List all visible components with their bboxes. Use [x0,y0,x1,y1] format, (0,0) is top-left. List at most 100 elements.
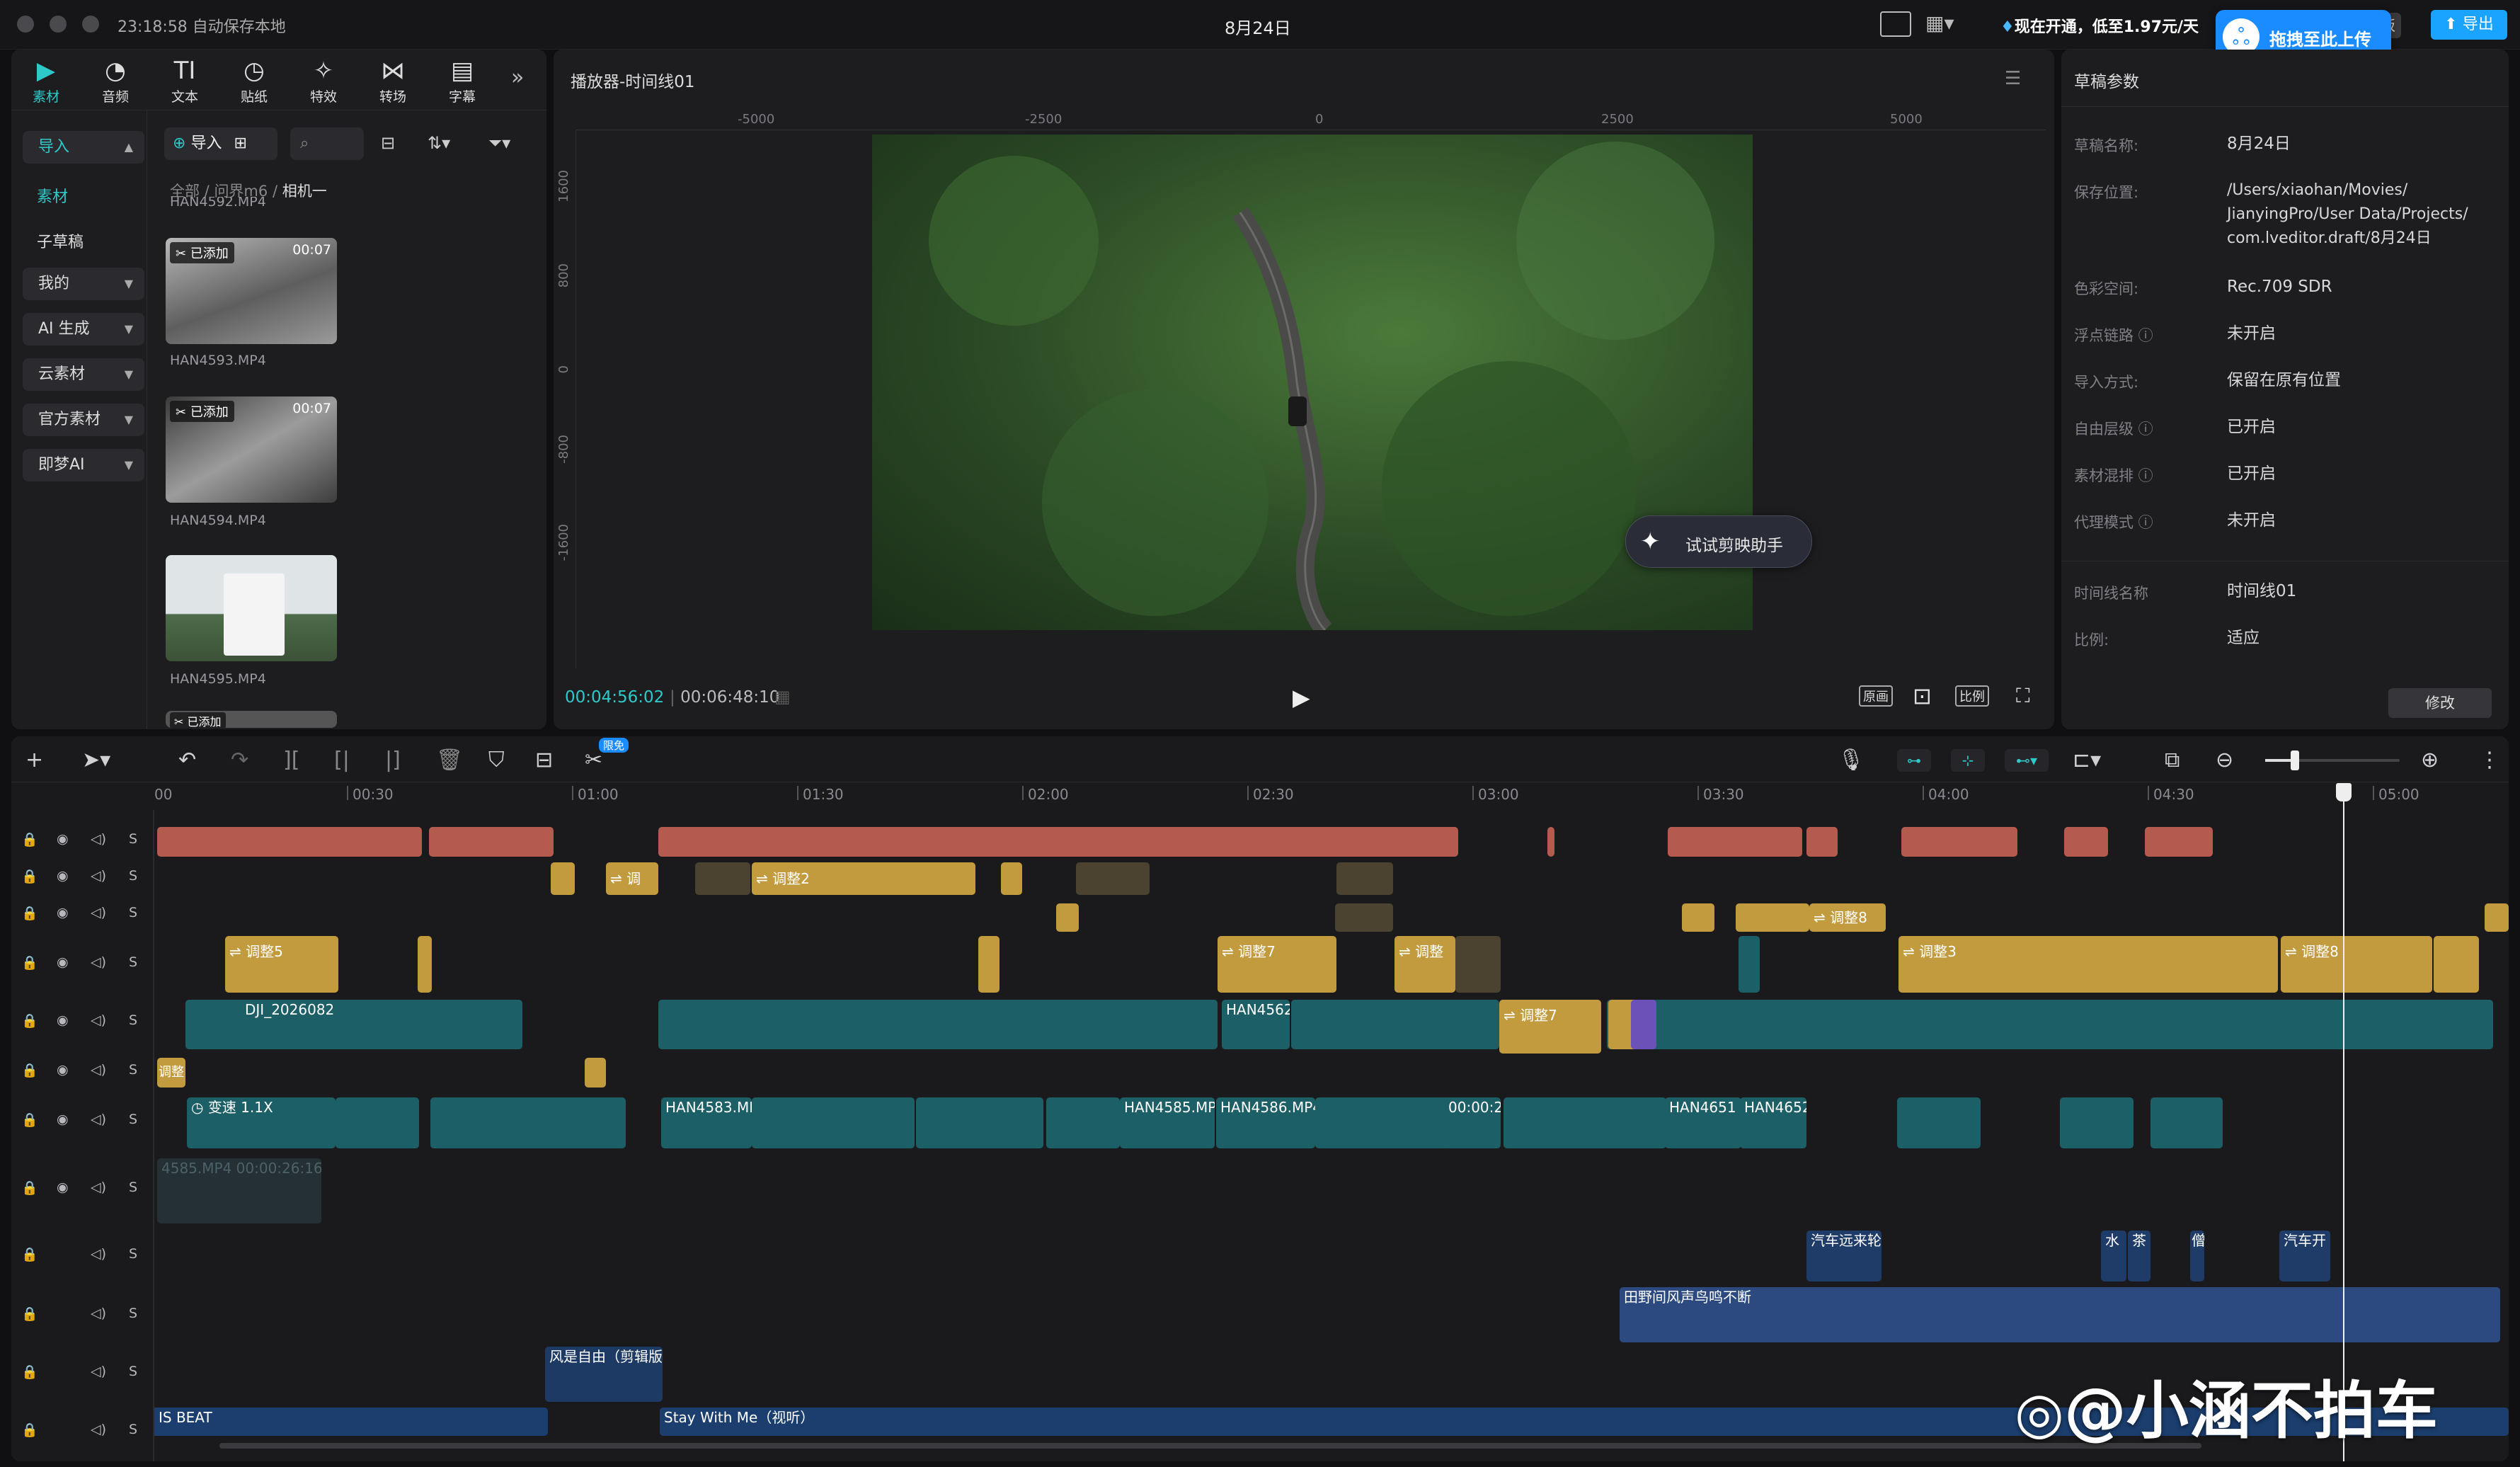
adjust-clip[interactable] [1001,862,1022,895]
text-clip[interactable] [2064,827,2108,857]
solo-icon[interactable]: S [129,954,137,970]
volume-icon[interactable]: ◁) [91,1246,106,1262]
linkage-button[interactable]: ⊷▾ [2005,749,2049,772]
music-clip[interactable]: IS BEAT [154,1408,548,1436]
adjust-clip[interactable]: ⇌ 调整8 [2281,936,2432,993]
sfx-clip[interactable]: 僧 [2190,1231,2204,1282]
eye-icon[interactable]: ◉ [57,905,69,920]
adjust-clip[interactable] [2485,903,2509,932]
original-quality-button[interactable]: 原画 [1859,685,1893,707]
eye-icon[interactable]: ◉ [57,1180,69,1195]
video-clip[interactable]: HAN4585.MP4 [1120,1097,1215,1148]
eye-icon[interactable]: ◉ [57,1062,69,1078]
volume-icon[interactable]: ◁) [91,1112,106,1127]
shortcut-icon[interactable] [1880,11,1911,37]
sidenav-ai-gen[interactable]: AI 生成 ▼ [23,313,144,346]
volume-icon[interactable]: ◁) [91,1364,106,1379]
adjust-clip[interactable] [551,862,575,895]
adjust-clip[interactable] [585,1058,606,1088]
video-clip[interactable] [185,1000,522,1049]
solo-icon[interactable]: S [129,1012,137,1028]
fit-timeline-icon[interactable]: ⧉ [2165,748,2180,773]
more-icon[interactable]: ⋮ [2479,748,2500,773]
tab-text[interactable]: TI 文本 [153,57,217,105]
video-clip[interactable]: 00:00:2 [1444,1097,1501,1148]
tab-transition[interactable]: ⋈ 转场 [361,57,425,105]
assistant-button[interactable]: ✦ 试试剪映助手 [1625,515,1812,568]
adjust-clip[interactable] [418,936,432,993]
adjust-clip[interactable] [1336,862,1393,895]
timeline-scrollbar[interactable] [219,1443,2201,1449]
sfx-clip[interactable]: 汽车开 [2279,1231,2330,1282]
video-clip[interactable]: ◷ 变速 1.1X [187,1097,336,1148]
view-toggle-icon[interactable]: ⊟ [381,133,395,153]
auto-caption-icon[interactable]: ⊟ [535,748,553,773]
volume-icon[interactable]: ◁) [91,1422,106,1437]
solo-icon[interactable]: S [129,868,137,884]
volume-icon[interactable]: ◁) [91,954,106,970]
undo-icon[interactable]: ↶ [178,748,196,773]
tab-effects[interactable]: ✧ 特效 [292,57,355,105]
import-button[interactable]: ⊕ 导入 ⊞ [164,127,277,160]
volume-icon[interactable]: ◁) [91,1062,106,1078]
adjust-clip[interactable] [1611,1000,1631,1049]
eye-icon[interactable]: ◉ [57,954,69,970]
fullscreen-icon[interactable]: ⛶ [2016,684,2030,708]
video-clip[interactable] [752,1097,915,1148]
lock-icon[interactable]: 🔒 [21,868,38,884]
video-clip[interactable] [336,1097,419,1148]
eye-icon[interactable]: ◉ [57,1112,69,1127]
text-clip[interactable] [1547,827,1554,857]
lock-icon[interactable]: 🔒 [21,1180,38,1196]
zoom-in-icon[interactable]: ⊕ [2421,748,2439,773]
menu-icon[interactable]: ☰ [2005,68,2021,89]
zoom-slider-handle[interactable] [2291,750,2299,770]
text-clip[interactable] [429,827,554,857]
video-clip[interactable] [1046,1097,1120,1148]
select-tool-icon[interactable]: ➤▾ [82,748,110,773]
ambient-clip[interactable]: 田野间风声鸟鸣不断 [1620,1287,2500,1342]
screenshot-icon[interactable]: ⊡ [1913,683,1932,709]
redo-icon[interactable]: ↷ [231,748,248,773]
video-clip[interactable] [1897,1097,1981,1148]
lock-icon[interactable]: 🔒 [21,1422,38,1438]
mic-icon[interactable]: 🎙 [1838,748,1865,773]
video-clip[interactable] [1291,1000,1499,1049]
video-clip[interactable] [1315,1097,1450,1148]
ghost-clip[interactable]: 4585.MP4 00:00:26:16 [157,1158,321,1223]
solo-icon[interactable]: S [129,1246,137,1262]
zoom-out-icon[interactable]: ⊖ [2216,748,2233,773]
modify-button[interactable]: 修改 [2388,688,2492,718]
video-clip[interactable]: DJI_2026082 [241,1000,338,1049]
sidenav-mine[interactable]: 我的 ▼ [23,268,144,300]
split-icon[interactable]: ][ [283,748,299,773]
adjust-clip[interactable]: 调整 [157,1058,185,1088]
video-frame[interactable] [872,135,1753,630]
text-clip[interactable] [1968,827,2017,857]
solo-icon[interactable]: S [129,1180,137,1195]
volume-icon[interactable]: ◁) [91,831,106,847]
lock-icon[interactable]: 🔒 [21,831,38,847]
adjust-clip[interactable]: ⇌ 调整5 [225,936,338,993]
video-clip[interactable]: HAN4583.MP4 [661,1097,752,1148]
text-clip[interactable] [1188,827,1315,857]
lock-icon[interactable]: 🔒 [21,1062,38,1078]
solo-icon[interactable]: S [129,1306,137,1321]
media-thumbnail[interactable] [166,555,337,661]
adjust-clip[interactable]: ⇌ 调整2 [752,862,975,895]
adjust-clip[interactable]: ⇌ 调整7 [1499,1000,1601,1054]
sidenav-subdraft[interactable]: 子草稿 [37,229,84,252]
preview-axis-icon[interactable]: ⊏▾ [2073,748,2101,773]
music-clip[interactable]: 风是自由（剪辑版 [545,1347,663,1402]
video-clip[interactable] [2150,1097,2223,1148]
media-thumbnail[interactable]: ✂ 已添加 [166,711,337,728]
sidenav-material[interactable]: 素材 [37,184,68,207]
fullscreen-window-button[interactable] [82,16,99,33]
lock-icon[interactable]: 🔒 [21,1364,38,1380]
volume-icon[interactable]: ◁) [91,1180,106,1195]
main-track-magnet-button[interactable]: ⊶ [1897,749,1931,772]
text-clip[interactable] [1806,827,1838,857]
filter-icon[interactable]: ⏷▾ [488,133,510,153]
auto-snap-button[interactable]: ⊹ [1951,749,1985,772]
lock-icon[interactable]: 🔒 [21,954,38,971]
